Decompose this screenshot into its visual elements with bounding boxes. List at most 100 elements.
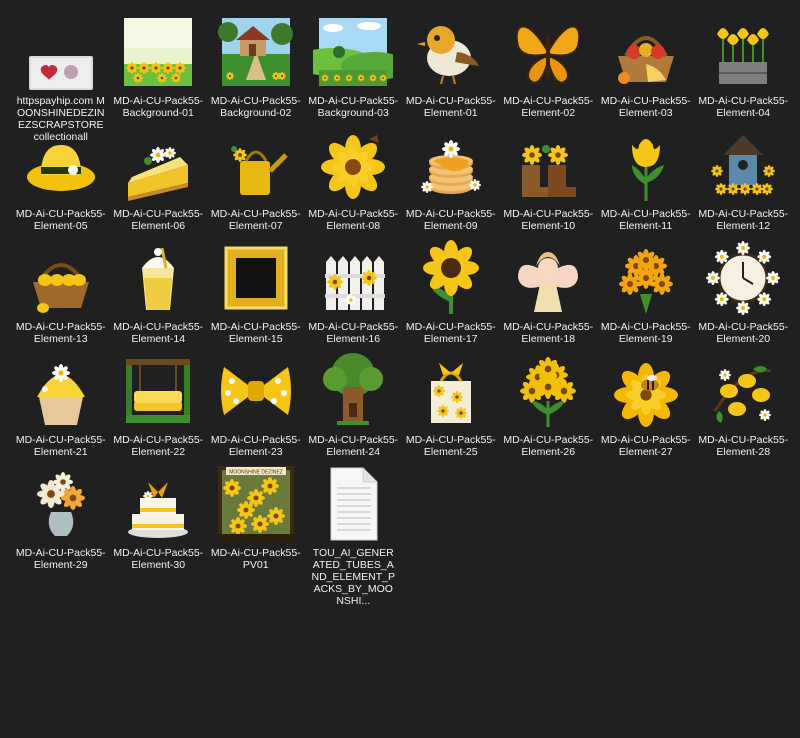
file-item[interactable]: MD-Ai-CU-Pack55-Element-09	[402, 121, 500, 234]
layer-cake-icon	[118, 464, 198, 544]
file-item[interactable]: MD-Ai-CU-Pack55-Element-07	[207, 121, 305, 234]
file-item[interactable]: httpspayhip.com MOONSHINEDEZINEZSCRAPSTO…	[12, 8, 110, 143]
flower-bee-icon	[606, 351, 686, 431]
file-name-label: MD-Ai-CU-Pack55-Background-02	[210, 95, 301, 119]
file-name-label: MD-Ai-CU-Pack55-Element-24	[308, 434, 399, 458]
meadow-flowers-background-icon	[118, 12, 198, 92]
file-item[interactable]: MD-Ai-CU-Pack55-Element-18	[500, 234, 598, 347]
file-item[interactable]: TOU_AI_GENERATED_TUBES_AND_ELEMENT_PACKS…	[305, 460, 403, 607]
fairy-icon-art	[518, 252, 579, 312]
file-name-label: MD-Ai-CU-Pack55-Element-21	[15, 434, 106, 458]
flower-vase-icon	[21, 464, 101, 544]
file-item[interactable]: MD-Ai-CU-Pack55-Element-15	[207, 234, 305, 347]
picket-fence-icon	[313, 238, 393, 318]
file-name-label: MD-Ai-CU-Pack55-Element-13	[15, 321, 106, 345]
milkshake-icon-art	[142, 247, 175, 310]
green-hills-background-icon	[313, 12, 394, 92]
file-item[interactable]: MD-Ai-CU-Pack55-Element-10	[500, 121, 598, 234]
preview-collage-icon: MOONSHINE DEZINEZ	[216, 464, 296, 544]
file-name-label: MD-Ai-CU-Pack55-Element-23	[210, 434, 301, 458]
file-item[interactable]: MD-Ai-CU-Pack55-Element-19	[597, 234, 695, 347]
file-name-label: MD-Ai-CU-Pack55-Element-09	[405, 208, 496, 232]
lemon-basket-icon	[21, 238, 101, 318]
file-item[interactable]: MD-Ai-CU-Pack55-Element-24	[305, 347, 403, 460]
file-name-label: MD-Ai-CU-Pack55-Element-03	[600, 95, 691, 119]
file-item[interactable]: MD-Ai-CU-Pack55-Element-01	[402, 8, 500, 121]
file-item[interactable]: MD-Ai-CU-Pack55-Element-02	[500, 8, 598, 121]
cottage-path-background-icon	[216, 12, 296, 92]
file-name-label: MD-Ai-CU-Pack55-Element-26	[503, 434, 594, 458]
file-item[interactable]: MD-Ai-CU-Pack55-Element-17	[402, 234, 500, 347]
file-item[interactable]: MD-Ai-CU-Pack55-Element-23	[207, 347, 305, 460]
file-name-label: MD-Ai-CU-Pack55-Element-19	[600, 321, 691, 345]
file-item[interactable]: MD-Ai-CU-Pack55-Background-03	[305, 8, 403, 121]
lemon-basket-icon-art	[32, 263, 89, 313]
file-name-label: MD-Ai-CU-Pack55-Element-08	[308, 208, 399, 232]
file-name-label: MD-Ai-CU-Pack55-Element-17	[405, 321, 496, 345]
fruit-basket-icon	[606, 12, 686, 92]
birdhouse-icon	[703, 125, 783, 205]
file-item[interactable]: MD-Ai-CU-Pack55-Element-13	[12, 234, 110, 347]
file-item[interactable]: MD-Ai-CU-Pack55-Background-01	[110, 8, 208, 121]
file-item[interactable]: MD-Ai-CU-Pack55-Element-11	[597, 121, 695, 234]
file-item[interactable]: MD-Ai-CU-Pack55-Element-08	[305, 121, 403, 234]
file-item[interactable]: MD-Ai-CU-Pack55-Element-04	[695, 8, 793, 121]
file-item[interactable]: MD-Ai-CU-Pack55-Element-28	[695, 347, 793, 460]
text-document-icon	[313, 464, 393, 544]
file-name-label: MD-Ai-CU-Pack55-Background-01	[113, 95, 204, 119]
lemon-branch-icon-art	[713, 366, 772, 423]
file-item[interactable]: MOONSHINE DEZINEZ MD-Ai-CU-Pack55-PV01	[207, 460, 305, 573]
file-name-label: MD-Ai-CU-Pack55-Element-29	[15, 547, 106, 571]
file-name-label: MD-Ai-CU-Pack55-Element-04	[698, 95, 789, 119]
tulip-icon	[606, 125, 686, 205]
watering-can-icon	[216, 125, 296, 205]
gift-bag-icon	[411, 351, 491, 431]
file-item[interactable]: MD-Ai-CU-Pack55-Element-21	[12, 347, 110, 460]
file-item[interactable]: MD-Ai-CU-Pack55-Element-14	[110, 234, 208, 347]
file-name-label: MD-Ai-CU-Pack55-Element-14	[113, 321, 204, 345]
sunflower-icon	[411, 238, 491, 318]
bird-icon-art	[416, 26, 479, 85]
file-name-label: MD-Ai-CU-Pack55-Element-15	[210, 321, 301, 345]
file-item[interactable]: MD-Ai-CU-Pack55-Element-22	[110, 347, 208, 460]
file-name-label: MD-Ai-CU-Pack55-Element-30	[113, 547, 204, 571]
floral-clock-icon	[703, 238, 783, 318]
file-name-label: MD-Ai-CU-Pack55-Element-16	[308, 321, 399, 345]
gold-frame-icon	[216, 238, 296, 318]
file-item[interactable]: MD-Ai-CU-Pack55-Element-25	[402, 347, 500, 460]
file-item[interactable]: MD-Ai-CU-Pack55-Element-26	[500, 347, 598, 460]
file-item[interactable]: MD-Ai-CU-Pack55-Element-05	[12, 121, 110, 234]
preview-collage-icon-art: MOONSHINE DEZINEZ	[217, 466, 294, 542]
file-item[interactable]: MD-Ai-CU-Pack55-Element-16	[305, 234, 403, 347]
floral-clock-icon-art	[706, 241, 781, 315]
fairy-icon	[508, 238, 588, 318]
file-name-label: MD-Ai-CU-Pack55-Element-11	[600, 208, 691, 232]
file-item[interactable]: MD-Ai-CU-Pack55-Element-30	[110, 460, 208, 573]
file-name-label: MD-Ai-CU-Pack55-Element-10	[503, 208, 594, 232]
tree-house-icon	[313, 351, 393, 431]
hydrangea-icon-art	[520, 357, 577, 427]
flower-boots-icon-art	[522, 145, 577, 197]
flower-vase-icon-art	[36, 472, 85, 536]
file-item[interactable]: MD-Ai-CU-Pack55-Element-03	[597, 8, 695, 121]
tulip-crate-icon	[703, 12, 783, 92]
garden-swing-icon	[118, 351, 198, 431]
file-item[interactable]: MD-Ai-CU-Pack55-Element-12	[695, 121, 793, 234]
sun-hat-icon-art	[26, 145, 95, 191]
file-item[interactable]: MD-Ai-CU-Pack55-Background-02	[207, 8, 305, 121]
file-item[interactable]: MD-Ai-CU-Pack55-Element-20	[695, 234, 793, 347]
hydrangea-icon	[508, 351, 588, 431]
sunflower-icon-art	[422, 240, 479, 314]
file-item[interactable]: MD-Ai-CU-Pack55-Element-27	[597, 347, 695, 460]
text-document-icon-art	[330, 467, 378, 541]
file-item[interactable]: MD-Ai-CU-Pack55-Element-29	[12, 460, 110, 573]
file-name-label: MD-Ai-CU-Pack55-Element-02	[503, 95, 594, 119]
file-name-label: MD-Ai-CU-Pack55-Element-18	[503, 321, 594, 345]
fruit-basket-icon-art	[617, 36, 674, 84]
picket-fence-icon-art	[325, 256, 386, 310]
file-name-label: MD-Ai-CU-Pack55-Element-12	[698, 208, 789, 232]
file-item[interactable]: MD-Ai-CU-Pack55-Element-06	[110, 121, 208, 234]
tulip-crate-icon-art	[717, 28, 770, 84]
sun-hat-icon	[21, 125, 101, 205]
file-name-label: MD-Ai-CU-Pack55-Element-22	[113, 434, 204, 458]
